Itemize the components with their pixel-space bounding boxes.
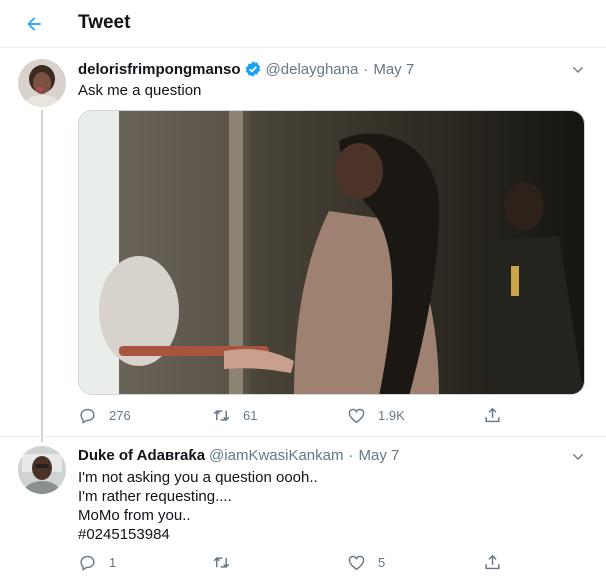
- main-tweet-header: delorisfrimpongmanso @delayghana · May 7: [78, 60, 414, 78]
- reply-text-line: I'm not asking you a question oooh..: [78, 469, 318, 486]
- tweet-date[interactable]: May 7: [373, 61, 414, 78]
- share-icon: [485, 554, 500, 570]
- retweet-icon: [213, 557, 230, 568]
- tweet-photo[interactable]: [78, 110, 585, 395]
- reply-share-button[interactable]: [483, 553, 502, 572]
- reply-tweet-header: Duke of Adaвraƙa @iamKwasiKankam · May 7: [78, 447, 399, 464]
- reply-icon: [80, 555, 95, 571]
- back-button[interactable]: [18, 8, 50, 40]
- verified-badge-icon: [245, 61, 260, 77]
- reply-text: I'm not asking you a question oooh.. I'm…: [78, 468, 318, 544]
- tweet-divider: [0, 436, 606, 437]
- reply-author-name[interactable]: Duke of Adaвraƙa: [78, 447, 205, 464]
- author-avatar[interactable]: [18, 59, 66, 107]
- top-bar: Tweet: [0, 0, 606, 48]
- reply-reply-count: 1: [109, 555, 117, 570]
- tweet-text: Ask me a question: [78, 82, 202, 99]
- chevron-down-icon: [572, 453, 584, 460]
- retweet-icon: [213, 410, 230, 421]
- reply-text-line: MoMo from you..: [78, 507, 191, 524]
- reply-like-button[interactable]: 5: [347, 553, 385, 572]
- retweet-count: 61: [243, 408, 258, 423]
- reply-text-line: I'm rather requesting....: [78, 488, 232, 505]
- more-options-button[interactable]: [568, 60, 588, 80]
- share-button[interactable]: [483, 406, 502, 425]
- reply-more-options-button[interactable]: [568, 447, 588, 467]
- thread-connector: [41, 110, 43, 442]
- like-count: 1.9K: [378, 408, 405, 423]
- reply-icon: [80, 408, 95, 424]
- heart-icon: [348, 555, 365, 571]
- chevron-down-icon: [572, 66, 584, 73]
- reply-reply-button[interactable]: 1: [78, 553, 116, 572]
- reply-author-handle[interactable]: @iamKwasiKankam: [209, 447, 343, 464]
- reply-author-avatar[interactable]: [18, 446, 66, 494]
- page-title: Tweet: [78, 12, 131, 33]
- reply-like-count: 5: [378, 555, 386, 570]
- reply-count: 276: [109, 408, 131, 423]
- reply-retweet-button[interactable]: [212, 553, 243, 572]
- meta-separator: ·: [363, 60, 369, 78]
- back-arrow-icon: [27, 17, 41, 31]
- author-handle[interactable]: @delayghana: [266, 61, 359, 78]
- reply-meta-separator: ·: [348, 447, 354, 464]
- heart-icon: [348, 408, 365, 424]
- author-name[interactable]: delorisfrimpongmanso: [78, 61, 241, 78]
- reply-button[interactable]: 276: [78, 406, 131, 425]
- reply-text-line: #0245153984: [78, 526, 170, 543]
- like-button[interactable]: 1.9K: [347, 406, 405, 425]
- share-icon: [485, 407, 500, 423]
- retweet-button[interactable]: 61: [212, 406, 257, 425]
- reply-date[interactable]: May 7: [358, 447, 399, 464]
